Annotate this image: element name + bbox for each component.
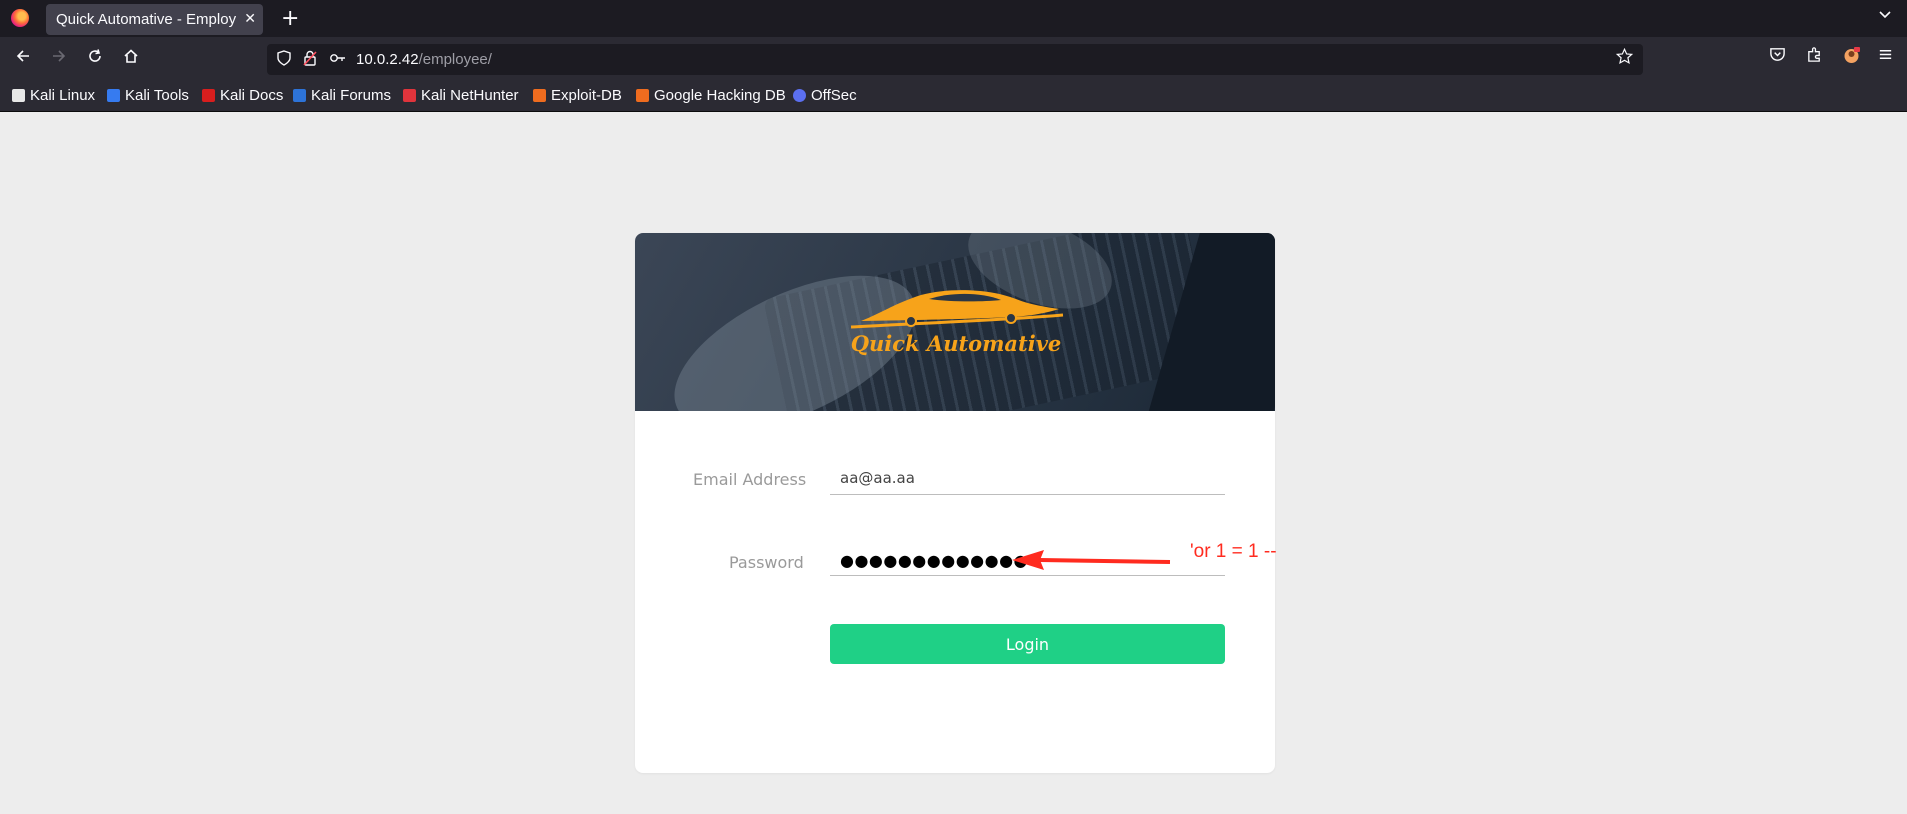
- key-icon[interactable]: [329, 50, 347, 70]
- close-tab-icon[interactable]: ✕: [244, 4, 256, 35]
- navigation-bar: 10.0.2.42/employee/: [0, 37, 1907, 82]
- bookmark-label: Google Hacking DB: [654, 87, 786, 104]
- extensions-icon[interactable]: [1806, 46, 1823, 68]
- kali-dragon-icon: [12, 89, 25, 102]
- login-card: Quick Automative Email Address Password …: [635, 233, 1275, 773]
- brand-name: Quick Automative: [850, 331, 1062, 356]
- list-all-tabs-icon[interactable]: [1877, 6, 1893, 26]
- bookmark-offsec[interactable]: OffSec: [793, 82, 857, 109]
- insecure-lock-icon[interactable]: [303, 50, 317, 70]
- sql-injection-annotation: 'or 1 = 1 --: [1190, 541, 1277, 562]
- url-text[interactable]: 10.0.2.42/employee/: [356, 44, 492, 75]
- shield-icon[interactable]: [277, 50, 291, 70]
- tab-bar: Quick Automative - Employee Login ✕ +: [0, 0, 1907, 37]
- password-label: Password: [729, 553, 804, 572]
- tab-title: Quick Automative - Employee Login: [56, 11, 236, 28]
- password-mask: ●●●●●●●●●●●●●: [840, 551, 1028, 570]
- new-tab-button[interactable]: +: [281, 3, 299, 34]
- ghdb-icon: [636, 89, 649, 102]
- bookmarks-toolbar: Kali Linux Kali Tools Kali Docs Kali For…: [0, 82, 1907, 112]
- bookmark-star-icon[interactable]: [1615, 47, 1634, 70]
- account-avatar-icon[interactable]: [1842, 46, 1861, 70]
- kali-tools-icon: [107, 89, 120, 102]
- exploit-db-icon: [533, 89, 546, 102]
- url-bar[interactable]: 10.0.2.42/employee/: [267, 44, 1643, 75]
- active-tab[interactable]: Quick Automative - Employee Login ✕: [46, 4, 263, 35]
- bookmark-label: OffSec: [811, 87, 857, 104]
- bookmark-kali-forums[interactable]: Kali Forums: [293, 82, 391, 109]
- firefox-icon[interactable]: [11, 9, 29, 27]
- bookmark-label: Kali Forums: [311, 87, 392, 104]
- url-host: 10.0.2.42: [356, 51, 419, 68]
- bookmark-label: Kali NetHunter: [421, 87, 519, 104]
- kali-forums-icon: [293, 89, 306, 102]
- bookmark-kali-linux[interactable]: Kali Linux: [12, 82, 95, 109]
- car-icon: [850, 290, 1064, 329]
- kali-docs-icon: [202, 89, 215, 102]
- bookmark-label: Exploit-DB: [551, 87, 622, 104]
- reload-icon[interactable]: [86, 47, 104, 71]
- home-icon[interactable]: [122, 47, 140, 71]
- pocket-icon[interactable]: [1769, 46, 1786, 68]
- bookmark-kali-docs[interactable]: Kali Docs: [202, 82, 283, 109]
- bookmark-kali-nethunter[interactable]: Kali NetHunter: [403, 82, 519, 109]
- bookmark-ghdb[interactable]: Google Hacking DB: [636, 82, 786, 109]
- back-icon[interactable]: [14, 47, 32, 71]
- menu-icon[interactable]: [1877, 46, 1894, 68]
- brand-logo: Quick Automative: [841, 283, 1071, 383]
- kali-nethunter-icon: [403, 89, 416, 102]
- bookmark-exploit-db[interactable]: Exploit-DB: [533, 82, 622, 109]
- header-banner: Quick Automative: [635, 233, 1275, 411]
- url-path: /employee/: [418, 51, 492, 68]
- login-button[interactable]: Login: [830, 624, 1225, 664]
- bookmark-label: Kali Docs: [220, 87, 284, 104]
- email-label: Email Address: [693, 470, 807, 489]
- bookmark-label: Kali Linux: [30, 87, 96, 104]
- offsec-icon: [793, 89, 806, 102]
- annotation-arrow-icon: [1012, 550, 1171, 570]
- bookmark-kali-tools[interactable]: Kali Tools: [107, 82, 189, 109]
- email-field[interactable]: [830, 461, 1225, 495]
- bookmark-label: Kali Tools: [125, 87, 189, 104]
- forward-icon[interactable]: [50, 47, 68, 71]
